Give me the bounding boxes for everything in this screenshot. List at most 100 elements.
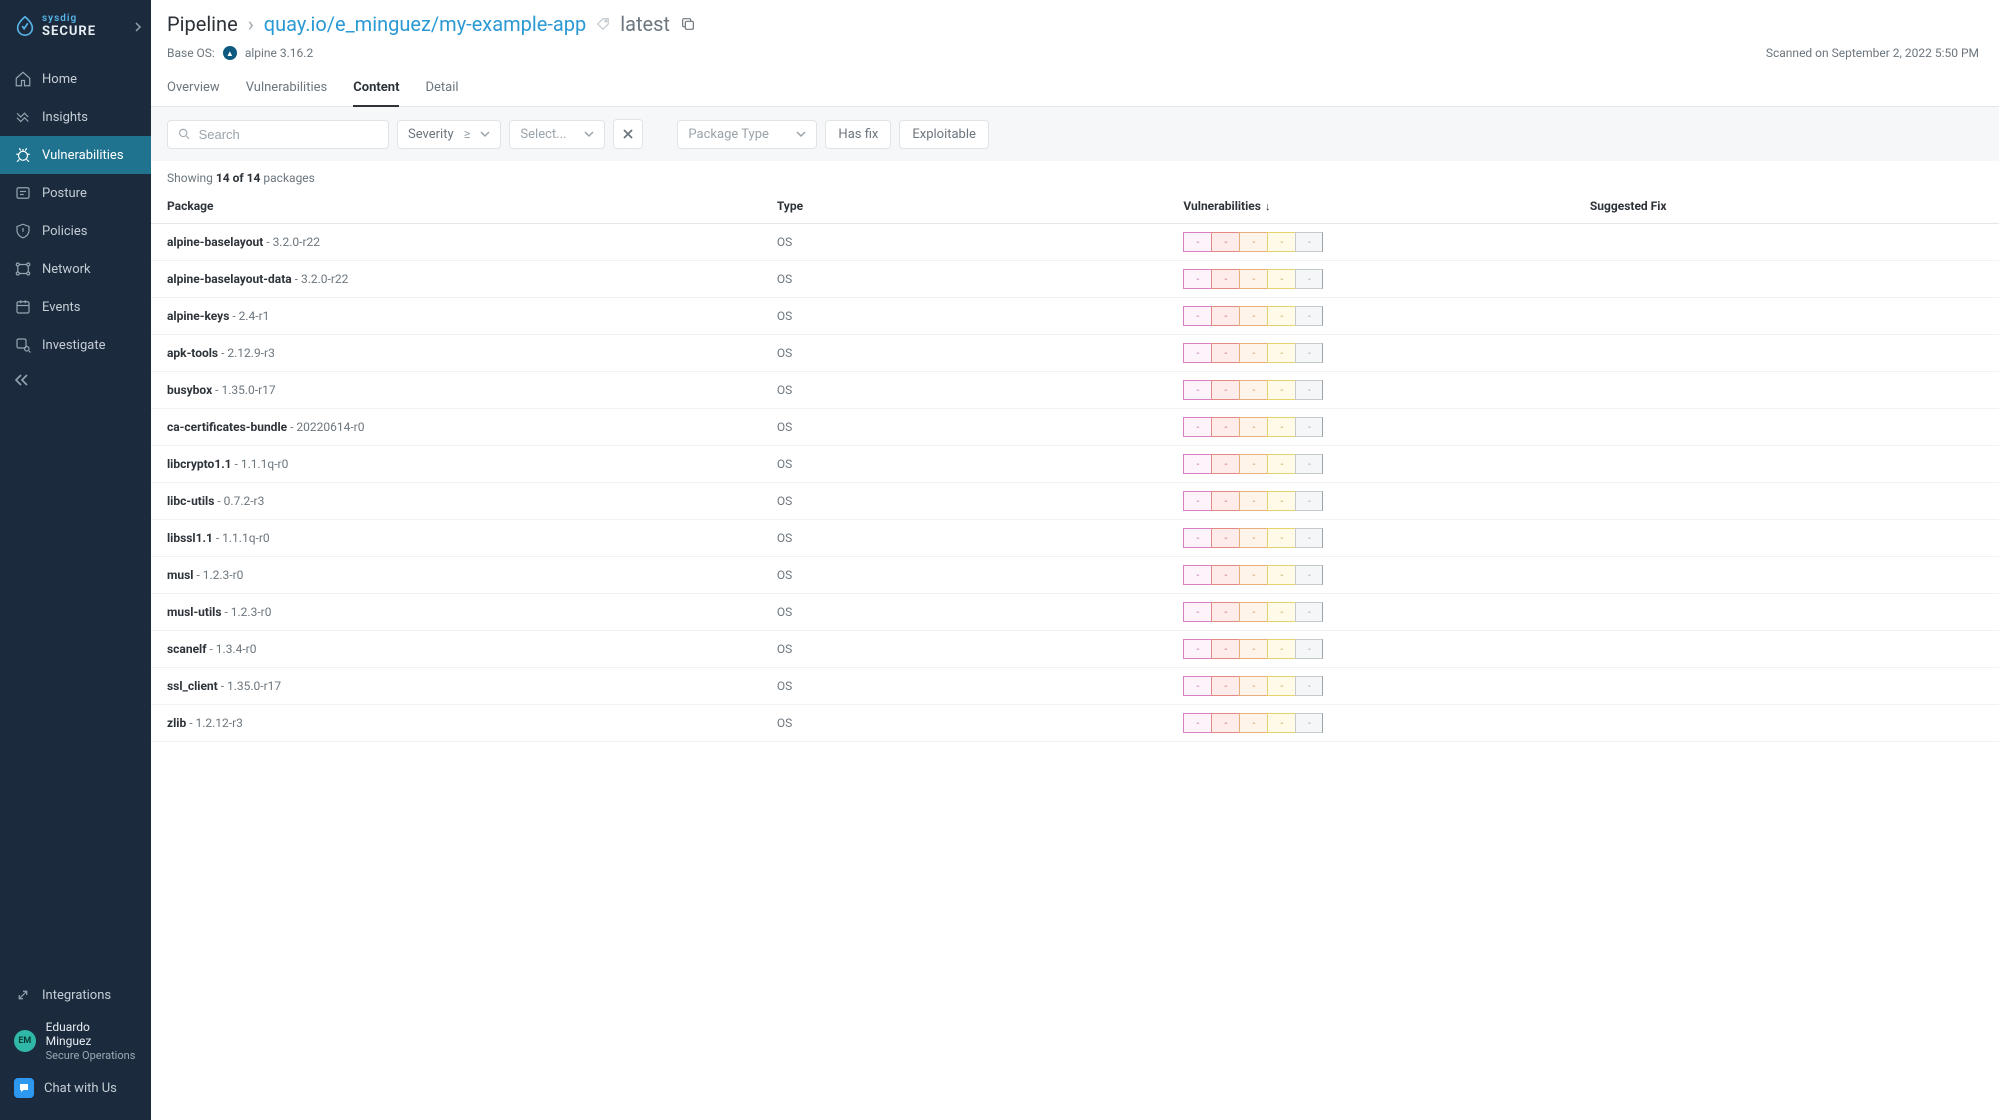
sidebar-item-posture[interactable]: Posture bbox=[0, 174, 151, 212]
table-row[interactable]: ca-certificates-bundle - 20220614-r0 OS … bbox=[151, 409, 1999, 446]
sidebar-item-insights[interactable]: Insights bbox=[0, 98, 151, 136]
package-cell: zlib - 1.2.12-r3 bbox=[151, 705, 761, 742]
sidebar-item-label: Home bbox=[42, 72, 77, 87]
sidebar-item-policies[interactable]: Policies bbox=[0, 212, 151, 250]
severity-cell: - bbox=[1183, 380, 1211, 400]
copy-icon[interactable] bbox=[680, 16, 696, 32]
sysdig-logo-icon bbox=[14, 15, 36, 37]
search-box[interactable] bbox=[167, 120, 389, 149]
severity-cell: - bbox=[1239, 306, 1267, 326]
table-row[interactable]: alpine-baselayout - 3.2.0-r22 OS ----- bbox=[151, 224, 1999, 261]
col-package[interactable]: Package bbox=[151, 189, 761, 224]
table-row[interactable]: zlib - 1.2.12-r3 OS ----- bbox=[151, 705, 1999, 742]
package-cell: busybox - 1.35.0-r17 bbox=[151, 372, 761, 409]
severity-cell: - bbox=[1295, 306, 1323, 326]
app-root: sysdig SECURE Home Insights Vulnerabilitie… bbox=[0, 0, 1999, 1120]
type-cell: OS bbox=[761, 631, 1168, 668]
sidebar-item-label: Vulnerabilities bbox=[42, 148, 124, 163]
table-row[interactable]: busybox - 1.35.0-r17 OS ----- bbox=[151, 372, 1999, 409]
nav-list: Home Insights Vulnerabilities PosturePolici… bbox=[0, 56, 151, 364]
vulns-cell: ----- bbox=[1167, 594, 1574, 631]
sidebar-item-investigate[interactable]: Investigate bbox=[0, 326, 151, 364]
severity-cell: - bbox=[1239, 713, 1267, 733]
has-fix-filter-button[interactable]: Has fix bbox=[825, 120, 891, 149]
tab-content[interactable]: Content bbox=[353, 70, 399, 107]
brand-top: sysdig bbox=[42, 14, 96, 24]
sidebar-item-network[interactable]: Network bbox=[0, 250, 151, 288]
severity-cell: - bbox=[1295, 491, 1323, 511]
vulns-cell: ----- bbox=[1167, 483, 1574, 520]
results-count-value: 14 of 14 bbox=[216, 171, 261, 185]
tab-overview[interactable]: Overview bbox=[167, 70, 220, 107]
severity-cell: - bbox=[1211, 602, 1239, 622]
user-name: Eduardo Minguez bbox=[46, 1020, 137, 1049]
insights-icon bbox=[14, 108, 32, 126]
fix-cell bbox=[1574, 557, 1999, 594]
sidebar-item-home[interactable]: Home bbox=[0, 60, 151, 98]
packages-table-wrapper: Package Type Vulnerabilities ↓ Suggested … bbox=[151, 189, 1999, 1120]
col-vulns-label: Vulnerabilities bbox=[1183, 199, 1261, 213]
package-cell: ssl_client - 1.35.0-r17 bbox=[151, 668, 761, 705]
header: Pipeline › quay.io/e_minguez/my-example-… bbox=[151, 0, 1999, 42]
severity-cell: - bbox=[1267, 602, 1295, 622]
severity-value-select[interactable]: Select... bbox=[509, 120, 605, 149]
breadcrumb-image-link[interactable]: quay.io/e_minguez/my-example-app bbox=[264, 12, 587, 36]
table-row[interactable]: alpine-keys - 2.4-r1 OS ----- bbox=[151, 298, 1999, 335]
fix-cell bbox=[1574, 261, 1999, 298]
breadcrumb-tag: latest bbox=[620, 12, 670, 36]
col-fix-label: Suggested Fix bbox=[1590, 199, 1667, 213]
tab-detail[interactable]: Detail bbox=[425, 70, 458, 107]
severity-cell: - bbox=[1239, 343, 1267, 363]
tab-vulnerabilities[interactable]: Vulnerabilities bbox=[246, 70, 328, 107]
sort-desc-icon: ↓ bbox=[1265, 200, 1271, 213]
collapse-sidebar-button[interactable] bbox=[0, 364, 151, 400]
table-row[interactable]: libssl1.1 - 1.1.1q-r0 OS ----- bbox=[151, 520, 1999, 557]
network-icon bbox=[14, 260, 32, 278]
severity-op-select[interactable]: Severity ≥ bbox=[397, 120, 501, 149]
exploitable-filter-button[interactable]: Exploitable bbox=[899, 120, 989, 149]
severity-cell: - bbox=[1183, 565, 1211, 585]
vulns-cell: ----- bbox=[1167, 520, 1574, 557]
sidebar-item-events[interactable]: Events bbox=[0, 288, 151, 326]
tabs: Overview Vulnerabilities Content Detail bbox=[151, 70, 1999, 107]
severity-cell: - bbox=[1211, 676, 1239, 696]
severity-cell: - bbox=[1211, 639, 1239, 659]
package-cell: musl - 1.2.3-r0 bbox=[151, 557, 761, 594]
vulns-cell: ----- bbox=[1167, 298, 1574, 335]
fix-cell bbox=[1574, 409, 1999, 446]
col-suggested-fix[interactable]: Suggested Fix bbox=[1574, 189, 1999, 224]
package-cell: libssl1.1 - 1.1.1q-r0 bbox=[151, 520, 761, 557]
severity-cell: - bbox=[1239, 528, 1267, 548]
vulns-cell: ----- bbox=[1167, 705, 1574, 742]
severity-filter-group: Severity ≥ Select... bbox=[397, 119, 643, 149]
package-cell: musl-utils - 1.2.3-r0 bbox=[151, 594, 761, 631]
severity-cell: - bbox=[1267, 232, 1295, 252]
severity-cell: - bbox=[1295, 639, 1323, 659]
table-row[interactable]: ssl_client - 1.35.0-r17 OS ----- bbox=[151, 668, 1999, 705]
fix-cell bbox=[1574, 224, 1999, 261]
sidebar-item-chat[interactable]: Chat with Us bbox=[12, 1070, 139, 1106]
package-type-select[interactable]: Package Type bbox=[677, 120, 817, 149]
table-row[interactable]: scanelf - 1.3.4-r0 OS ----- bbox=[151, 631, 1999, 668]
table-row[interactable]: libc-utils - 0.7.2-r3 OS ----- bbox=[151, 483, 1999, 520]
chevron-down-icon bbox=[584, 129, 594, 139]
table-row[interactable]: musl - 1.2.3-r0 OS ----- bbox=[151, 557, 1999, 594]
severity-cell: - bbox=[1267, 676, 1295, 696]
severity-cell: - bbox=[1295, 417, 1323, 437]
col-vulnerabilities[interactable]: Vulnerabilities ↓ bbox=[1167, 189, 1574, 224]
table-row[interactable]: apk-tools - 2.12.9-r3 OS ----- bbox=[151, 335, 1999, 372]
vulns-cell: ----- bbox=[1167, 224, 1574, 261]
subheader: Base OS: ▲ alpine 3.16.2 Scanned on Sept… bbox=[151, 42, 1999, 70]
sidebar-item-integrations[interactable]: Integrations bbox=[12, 978, 139, 1012]
table-row[interactable]: musl-utils - 1.2.3-r0 OS ----- bbox=[151, 594, 1999, 631]
search-input[interactable] bbox=[199, 127, 378, 142]
col-type[interactable]: Type bbox=[761, 189, 1168, 224]
table-row[interactable]: alpine-baselayout-data - 3.2.0-r22 OS --… bbox=[151, 261, 1999, 298]
table-row[interactable]: libcrypto1.1 - 1.1.1q-r0 OS ----- bbox=[151, 446, 1999, 483]
severity-cell: - bbox=[1183, 343, 1211, 363]
brand-block[interactable]: sysdig SECURE bbox=[0, 0, 151, 56]
severity-cell: - bbox=[1295, 565, 1323, 585]
sidebar-user-block[interactable]: EM Eduardo Minguez Secure Operations bbox=[12, 1012, 139, 1070]
clear-severity-button[interactable] bbox=[613, 119, 643, 149]
sidebar-item-vulnerabilities[interactable]: Vulnerabilities bbox=[0, 136, 151, 174]
